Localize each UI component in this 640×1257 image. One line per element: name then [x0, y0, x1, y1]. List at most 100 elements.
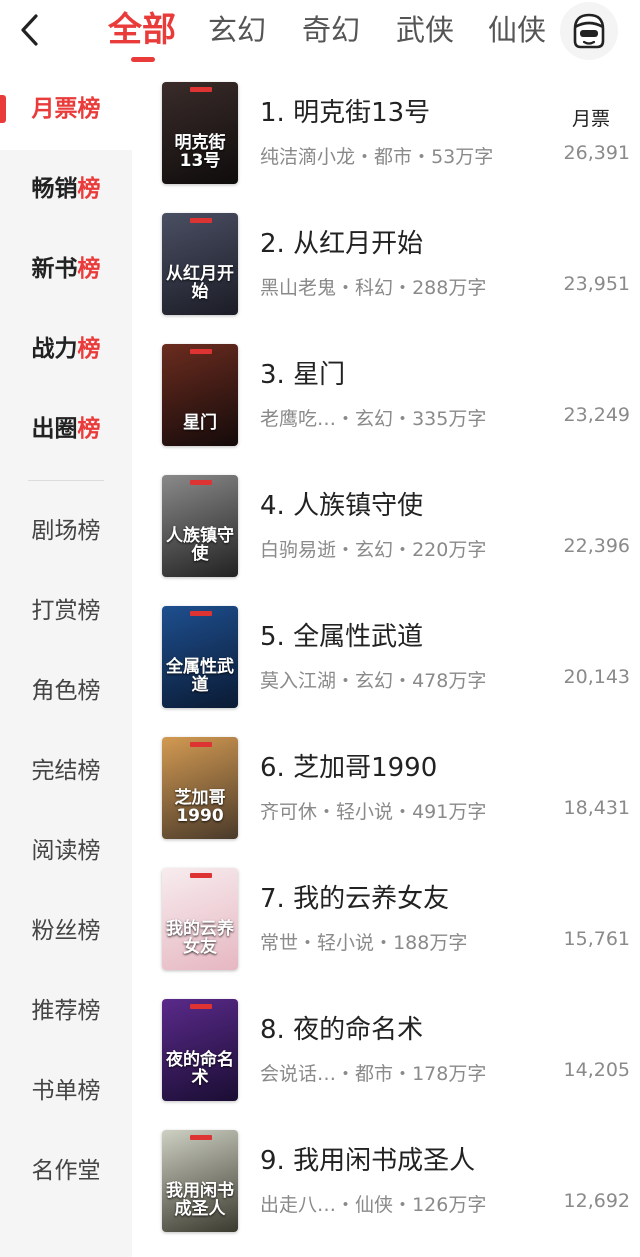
book-row[interactable]: 明克街13号 1. 明克街13号 纯洁滴小龙・都市・53万字 26,391: [160, 82, 630, 186]
monthly-ticket-count: 26,391: [563, 142, 630, 164]
monthly-ticket-count: 23,951: [563, 273, 630, 295]
book-rank: 8.: [260, 1015, 285, 1045]
meta-separator: ・: [336, 539, 356, 561]
book-cover-image[interactable]: 我的云养女友: [162, 868, 238, 970]
book-cover-image[interactable]: 从红月开始: [162, 213, 238, 315]
book-rank: 4.: [260, 491, 285, 521]
book-row[interactable]: 人族镇守使 4. 人族镇守使 白驹易逝・玄幻・220万字 22,396: [160, 475, 630, 579]
meta-separator: ・: [336, 1063, 356, 1085]
sidebar-item-fans[interactable]: 粉丝榜: [0, 911, 132, 951]
tab-all[interactable]: 全部: [108, 8, 176, 52]
book-meta: 齐可休・轻小说・491万字: [260, 797, 486, 824]
book-genre: 都市: [374, 146, 413, 168]
book-word-count: 188万字: [393, 932, 468, 954]
meta-separator: ・: [412, 146, 432, 168]
book-genre: 玄幻: [355, 539, 394, 561]
book-title[interactable]: 8. 夜的命名术: [260, 1009, 423, 1046]
sidebar-item-recommend[interactable]: 推荐榜: [0, 991, 132, 1031]
book-meta: 白驹易逝・玄幻・220万字: [260, 535, 486, 562]
book-genre: 都市: [355, 1063, 394, 1085]
meta-separator: ・: [393, 670, 413, 692]
book-row[interactable]: 从红月开始 2. 从红月开始黑山老鬼・科幻・288万字 23,951: [160, 213, 630, 317]
sidebar-item-bestseller[interactable]: 畅销榜: [0, 169, 132, 209]
user-avatar-button[interactable]: [560, 2, 618, 60]
sidebar-item-monthly-ticket[interactable]: 月票榜: [0, 89, 132, 129]
back-button[interactable]: [14, 10, 48, 50]
publisher-badge-icon: [190, 480, 212, 485]
sidebar-item-label: 榜: [77, 416, 101, 442]
book-cover-image[interactable]: 明克街13号: [162, 82, 238, 184]
book-meta: 出走八…・仙侠・126万字: [260, 1190, 486, 1217]
sidebar-item-reading[interactable]: 阅读榜: [0, 831, 132, 871]
book-cover-title: 全属性武道: [166, 657, 234, 695]
publisher-badge-icon: [190, 611, 212, 616]
sidebar-item-new-books[interactable]: 新书榜: [0, 249, 132, 289]
book-title[interactable]: 3. 星门: [260, 354, 345, 391]
book-meta: 黑山老鬼・科幻・288万字: [260, 273, 486, 300]
meta-separator: ・: [298, 932, 318, 954]
book-row[interactable]: 夜的命名术 8. 夜的命名术 会说话…・都市・178万字 14,205: [160, 999, 630, 1103]
book-word-count: 335万字: [412, 408, 487, 430]
book-row[interactable]: 芝加哥1990 6. 芝加哥1990 齐可休・轻小说・491万字 18,431: [160, 737, 630, 841]
book-cover-image[interactable]: 芝加哥1990: [162, 737, 238, 839]
book-cover-title: 芝加哥1990: [174, 788, 226, 826]
meta-separator: ・: [336, 408, 356, 430]
book-title[interactable]: 4. 人族镇守使: [260, 485, 423, 522]
book-word-count: 288万字: [412, 277, 487, 299]
meta-separator: ・: [393, 801, 413, 823]
book-cover-title: 星门: [183, 413, 217, 433]
book-author: 莫入江湖: [260, 670, 337, 692]
book-row[interactable]: 星门 3. 星门 老鹰吃…・玄幻・335万字 23,249: [160, 344, 630, 448]
monthly-ticket-count: 23,249: [563, 404, 630, 426]
publisher-badge-icon: [190, 87, 212, 92]
book-cover-image[interactable]: 我用闲书成圣人: [162, 1130, 238, 1232]
book-title[interactable]: 7. 我的云养女友: [260, 878, 449, 915]
sidebar-item-theater[interactable]: 剧场榜: [0, 511, 132, 551]
book-cover-image[interactable]: 星门: [162, 344, 238, 446]
book-cover-image[interactable]: 人族镇守使: [162, 475, 238, 577]
tab-qihuan[interactable]: 奇幻: [302, 8, 360, 52]
book-cover-title: 夜的命名术: [166, 1050, 234, 1088]
book-rank: 1.: [260, 98, 285, 128]
book-rank: 6.: [260, 753, 285, 783]
sidebar-item-breakout[interactable]: 出圈榜: [0, 409, 132, 449]
tab-xianxia[interactable]: 仙侠: [488, 8, 546, 52]
book-genre: 科幻: [355, 277, 394, 299]
book-title[interactable]: 5. 全属性武道: [260, 616, 423, 653]
meta-separator: ・: [393, 539, 413, 561]
sidebar-item-label: 月票: [31, 96, 78, 122]
book-cover-title: 我的云养女友: [166, 919, 234, 957]
sidebar-divider: [28, 480, 104, 481]
publisher-badge-icon: [190, 1135, 212, 1140]
monthly-ticket-count: 18,431: [563, 797, 630, 819]
book-cover-image[interactable]: 全属性武道: [162, 606, 238, 708]
sidebar-item-booklist[interactable]: 书单榜: [0, 1071, 132, 1111]
book-cover-image[interactable]: 夜的命名术: [162, 999, 238, 1101]
book-row[interactable]: 我用闲书成圣人 9. 我用闲书成圣人出走八…・仙侠・126万字 12,692: [160, 1130, 630, 1234]
book-row[interactable]: 我的云养女友 7. 我的云养女友 常世・轻小说・188万字 15,761: [160, 868, 630, 972]
sidebar-item-label: 榜: [77, 336, 101, 362]
tab-xuanhuan[interactable]: 玄幻: [208, 8, 266, 52]
sidebar-item-label: 畅销: [31, 176, 78, 202]
sidebar-item-completed[interactable]: 完结榜: [0, 751, 132, 791]
tab-wuxia[interactable]: 武侠: [396, 8, 454, 52]
book-title-text: 星门: [293, 360, 346, 390]
book-meta: 莫入江湖・玄幻・478万字: [260, 666, 486, 693]
meta-separator: ・: [336, 1194, 356, 1216]
meta-separator: ・: [393, 408, 413, 430]
chevron-left-icon: [21, 14, 38, 46]
sidebar-item-power[interactable]: 战力榜: [0, 329, 132, 369]
book-title[interactable]: 9. 我用闲书成圣人: [260, 1140, 475, 1177]
book-title[interactable]: 6. 芝加哥1990: [260, 747, 437, 784]
monthly-ticket-count: 15,761: [563, 928, 630, 950]
publisher-badge-icon: [190, 218, 212, 223]
sidebar-item-hall-of-fame[interactable]: 名作堂: [0, 1151, 132, 1191]
publisher-badge-icon: [190, 742, 212, 747]
book-row[interactable]: 全属性武道 5. 全属性武道 莫入江湖・玄幻・478万字 20,143: [160, 606, 630, 710]
sidebar-item-tipping[interactable]: 打赏榜: [0, 591, 132, 631]
active-tab-indicator: [131, 57, 155, 62]
sidebar-item-characters[interactable]: 角色榜: [0, 671, 132, 711]
monthly-ticket-count: 12,692: [563, 1190, 630, 1212]
book-title[interactable]: 1. 明克街13号: [260, 92, 430, 129]
book-title[interactable]: 2. 从红月开始: [260, 223, 423, 260]
